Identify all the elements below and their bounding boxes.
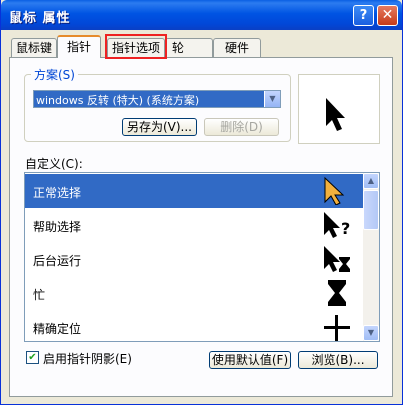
chevron-down-icon[interactable]: ▼ [264,91,280,107]
scroll-down-icon[interactable]: ▼ [363,325,379,341]
list-item[interactable]: 正常选择 [25,174,363,208]
arrow-cursor-icon [326,98,345,131]
use-default-button[interactable]: 使用默认值(F) [209,351,291,369]
svg-text:?: ? [341,219,350,238]
tab-wheel[interactable]: 轮 [165,38,213,57]
scheme-dropdown[interactable]: windows 反转 (特大) (系统方案) ▼ [33,90,281,108]
mouse-properties-window: 鼠标 属性 ? ✕ 鼠标键 指针 指针选项 轮 硬件 方案(S) windows… [0,0,403,405]
scroll-up-icon[interactable]: ▲ [363,173,379,189]
list-item-label: 后台运行 [33,254,82,268]
precision-crosshair-icon [324,315,350,341]
save-as-button[interactable]: 另存为(V)... [122,118,197,136]
list-item-label: 正常选择 [33,186,82,200]
cursor-preview [298,74,380,144]
pointer-shadow-checkbox[interactable]: ✔ [26,351,39,364]
tab-buttons[interactable]: 鼠标键 [11,38,57,57]
help-select-cursor-icon: ? [324,212,350,238]
pointer-shadow-label: 启用指针阴影(E) [43,352,132,366]
list-item[interactable]: 精确定位 [25,310,363,341]
working-in-background-cursor-icon [324,246,350,272]
title-bar[interactable]: 鼠标 属性 ? ✕ [1,0,402,30]
arrow-cursor-icon [324,177,345,205]
list-item[interactable]: 后台运行 [25,242,363,276]
highlight-box [105,34,167,59]
scheme-label: 方案(S) [31,66,78,83]
custom-label: 自定义(C): [25,157,83,171]
list-item-label: 精确定位 [33,322,82,336]
list-item-label: 忙 [33,288,46,302]
delete-button[interactable]: 删除(D) [204,118,279,136]
close-button[interactable]: ✕ [377,5,398,26]
tab-pointers[interactable]: 指针 [57,35,101,58]
scheme-selected-value: windows 反转 (特大) (系统方案) [36,94,200,107]
scroll-thumb[interactable] [363,190,379,230]
list-item[interactable]: 帮助选择 ? [25,208,363,242]
list-item-label: 帮助选择 [33,220,82,234]
browse-button[interactable]: 浏览(B)... [298,351,378,369]
tab-hardware[interactable]: 硬件 [213,38,261,57]
list-item[interactable]: 忙 [25,276,363,310]
cursor-list[interactable]: 正常选择 帮助选择 ? 后台运行 忙 精确定位 ▲ ▼ [24,172,380,342]
help-button[interactable]: ? [353,5,374,26]
window-title: 鼠标 属性 [9,11,71,26]
busy-hourglass-icon [328,280,346,306]
list-scrollbar[interactable]: ▲ ▼ [363,173,379,341]
